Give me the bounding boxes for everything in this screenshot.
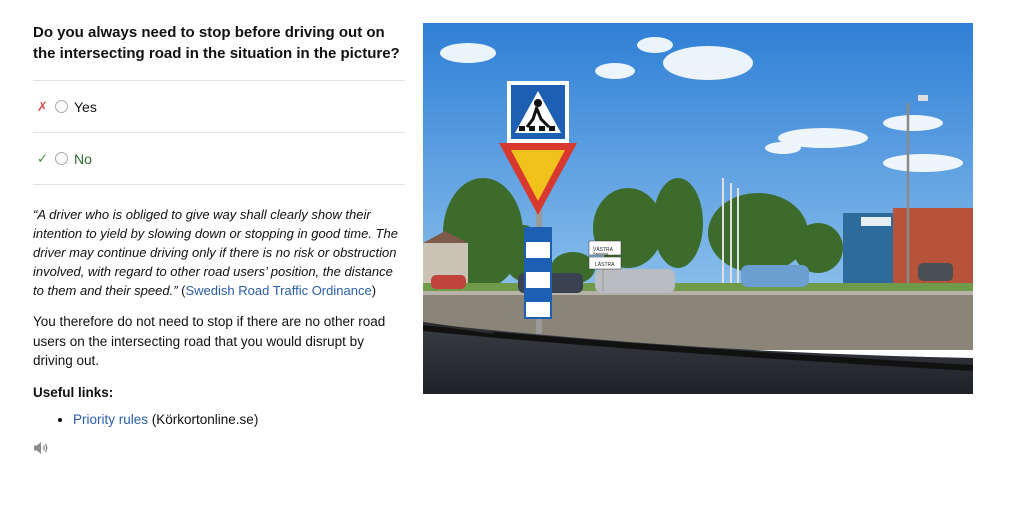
close-paren: ) [371,283,377,298]
explanation-paragraph: You therefore do not need to stop if the… [33,314,386,368]
direction-sign-text-2: Parkering [593,252,608,256]
answer-no[interactable]: ✓ No [33,132,405,185]
useful-links-list: Priority rules (Körkortonline.se) [33,412,405,427]
road-scene-illustration: VÄSTRA Parkering LÄSTRA [423,23,973,394]
radio-button-yes[interactable] [55,100,68,113]
link-source: (Körkortonline.se) [148,411,259,427]
source-link[interactable]: Swedish Road Traffic Ordinance [185,283,371,298]
wrong-mark-icon: ✗ [37,98,48,114]
question-panel: Do you always need to stop before drivin… [33,22,405,460]
correct-mark-icon: ✓ [37,150,48,166]
list-item: Priority rules (Körkortonline.se) [73,412,405,427]
answer-yes[interactable]: ✗ Yes [33,80,405,132]
answer-label-no: No [74,150,92,167]
useful-links-title: Useful links: [33,384,114,400]
answer-label-yes: Yes [74,98,97,115]
explanation-quote: “A driver who is obliged to give way sha… [33,205,405,300]
radio-button-no[interactable] [55,152,68,165]
road-photo: VÄSTRA Parkering LÄSTRA [423,23,973,394]
speaker-icon[interactable] [33,441,405,460]
direction-sign-text-3: LÄSTRA [595,261,615,268]
question-text: Do you always need to stop before drivin… [33,24,400,62]
priority-rules-link[interactable]: Priority rules [73,412,148,427]
